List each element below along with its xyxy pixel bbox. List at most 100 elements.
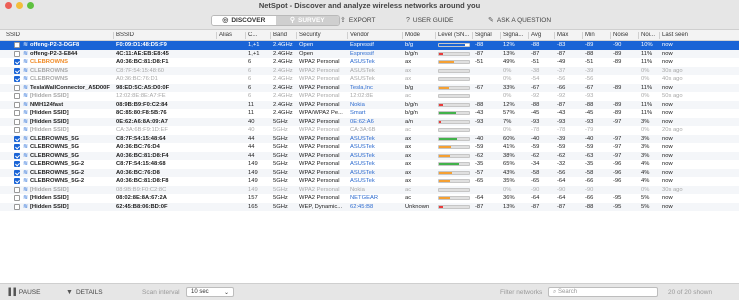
table-row[interactable]: ≋ CLEBROWNS_5G-2 C8:7F:54:15:48:68 149 5GHz W… — [0, 160, 739, 169]
column-divider[interactable] — [270, 32, 271, 39]
signal-percent-cell: 36% — [503, 195, 515, 201]
table-row[interactable]: ≋ CLEBROWNS_5G C8:7F:54:15:48:64 44 5GHz WPA2… — [0, 134, 739, 143]
column-divider[interactable] — [500, 32, 501, 39]
noise-cell: -89 — [613, 101, 622, 108]
row-checkbox[interactable] — [14, 118, 20, 125]
row-checkbox[interactable] — [14, 84, 20, 91]
column-divider[interactable] — [528, 32, 529, 39]
table-row[interactable]: ≋ offeng-P2-3-DGF8 F0:09:D1:48:D5:F9 1,+1 2.… — [0, 41, 739, 50]
vendor-cell: Smart — [350, 110, 366, 116]
row-checkbox[interactable] — [14, 135, 20, 142]
table-row[interactable]: ≋ [Hidden SSID] 62:45:B8:06:BD:0F 165 5GHz WE… — [0, 202, 739, 211]
max-cell: -90 — [557, 186, 566, 193]
table-row[interactable]: ≋ NMH124fast 08:9B:B9:F0:C2:84 11 2.4GHz WPA2… — [0, 100, 739, 109]
survey-tab[interactable]: ⚲ SURVEY — [275, 16, 339, 25]
row-checkbox[interactable] — [14, 203, 20, 210]
signal-level-fill — [439, 61, 454, 63]
row-checkbox[interactable] — [14, 110, 20, 116]
column-divider[interactable] — [245, 32, 246, 39]
table-row[interactable]: ≋ [Hidden SSID] 08:9B:B9:F0:C2:8C 149 5GHz WP… — [0, 185, 739, 194]
channel-cell: 149 — [248, 169, 258, 176]
ssid-cell: [Hidden SSID] — [30, 186, 69, 193]
table-row[interactable]: ≋ CLEBROWNS A0:36:BC:76:D1 6 2.4GHz WPA2 Pers… — [0, 75, 739, 84]
row-checkbox[interactable] — [14, 93, 20, 99]
noise-percent-cell: 5% — [641, 203, 650, 210]
signal-level-fill — [439, 180, 450, 182]
table-row[interactable]: ≋ [Hidden SSID] 0E:62:A6:8A:09:A7 40 5GHz WPA… — [0, 117, 739, 126]
row-checkbox[interactable] — [14, 50, 20, 57]
table-row[interactable]: ≋ [Hidden SSID] CA:3A:6B:F9:1D:EF 40 5GHz WPA… — [0, 126, 739, 135]
pause-button[interactable]: ▐▐ PAUSE — [6, 289, 40, 296]
row-checkbox[interactable] — [14, 101, 20, 108]
row-checkbox[interactable] — [14, 152, 20, 159]
signal-percent-cell: 13% — [503, 203, 515, 210]
row-checkbox[interactable] — [14, 76, 20, 82]
signal-level-bar — [438, 77, 470, 81]
column-header[interactable]: Alias — [219, 32, 246, 38]
column-header[interactable]: BSSID — [116, 32, 216, 38]
column-header[interactable]: C... — [248, 32, 270, 38]
band-cell: 2.4GHz — [273, 42, 293, 48]
column-header[interactable]: Vendor — [350, 32, 402, 38]
details-button[interactable]: ▼ DETAILS — [66, 289, 103, 296]
export-button[interactable]: ⇪ EXPORT — [340, 17, 375, 24]
row-checkbox[interactable] — [14, 161, 20, 167]
vendor-cell: Espressif — [350, 50, 374, 57]
table-row[interactable]: ≋ [Hidden SSID] 12:02:8E:8E:A7:FE 6 2.4GHz WP… — [0, 92, 739, 101]
row-checkbox[interactable] — [14, 169, 20, 176]
table-row[interactable]: ≋ CLEBROWNS_5G A0:36:BC:76:D4 44 5GHz WPA2 Pe… — [0, 143, 739, 152]
column-header[interactable]: SSID — [6, 32, 106, 38]
column-divider[interactable] — [472, 32, 473, 39]
column-divider[interactable] — [113, 32, 114, 39]
last-seen-cell: 40s ago — [662, 76, 683, 82]
column-header[interactable]: Level (SN... — [438, 32, 474, 38]
min-cell: -89 — [585, 42, 594, 48]
wifi-icon: ≋ — [23, 93, 29, 99]
column-divider[interactable] — [554, 32, 555, 39]
column-header[interactable]: Noi... — [641, 32, 661, 38]
scan-interval-select[interactable]: 10 sec ⌄ — [186, 287, 234, 297]
column-header[interactable]: Mode — [405, 32, 435, 38]
bssid-cell: A0:36:BC:76:D8 — [116, 169, 160, 176]
column-header[interactable]: Last seen — [662, 32, 722, 38]
table-row[interactable]: ≋ CLEBROWNS_5G-2 A0:36:BC:81:D8:F8 149 5GHz W… — [0, 177, 739, 186]
column-divider[interactable] — [659, 32, 660, 39]
column-header[interactable]: Signal — [475, 32, 500, 38]
table-row[interactable]: ≋ [Hidden SSID] 08:02:8E:8A:67:2A 157 5GHz WP… — [0, 194, 739, 203]
signal-level-bar — [438, 94, 470, 98]
column-divider[interactable] — [582, 32, 583, 39]
column-header[interactable]: Noise — [613, 32, 640, 38]
column-divider[interactable] — [216, 32, 217, 39]
table-row[interactable]: ≋ [Hidden SSID] 8C:85:80:F8:5B:76 11 2.4GHz W… — [0, 109, 739, 118]
security-cell: WPA2 Personal — [299, 93, 340, 99]
column-divider[interactable] — [347, 32, 348, 39]
row-checkbox[interactable] — [14, 144, 20, 150]
user-guide-button[interactable]: ? USER GUIDE — [406, 17, 453, 24]
table-row[interactable]: ≋ CLEBROWNS A0:36:BC:81:D8:F1 6 2.4GHz WPA2 P… — [0, 58, 739, 67]
table-row[interactable]: ≋ CLEBROWNS C8:7F:54:15:48:60 6 2.4GHz WPA2 P… — [0, 66, 739, 75]
column-divider[interactable] — [402, 32, 403, 39]
table-row[interactable]: ≋ CLEBROWNS_5G A0:36:BC:81:D8:F4 44 5GHz WPA2… — [0, 151, 739, 160]
column-divider[interactable] — [435, 32, 436, 39]
column-header[interactable]: Min — [585, 32, 613, 38]
column-divider[interactable] — [638, 32, 639, 39]
search-input[interactable]: ⌕ Search — [548, 287, 658, 297]
row-checkbox[interactable] — [14, 59, 20, 65]
column-header[interactable]: Max — [557, 32, 583, 38]
row-checkbox[interactable] — [14, 42, 20, 48]
row-checkbox[interactable] — [14, 186, 20, 193]
ask-question-button[interactable]: ✎ ASK A QUESTION — [488, 17, 551, 24]
ssid-cell: TeslaWallConnector_A5D00F — [30, 84, 110, 91]
table-row[interactable]: ≋ offeng-P2-3-E844 4C:11:AE:EB:E8:45 1,+1 2.… — [0, 49, 739, 58]
column-divider[interactable] — [296, 32, 297, 39]
table-row[interactable]: ≋ CLEBROWNS_5G-2 A0:36:BC:76:D8 149 5GHz WPA2… — [0, 168, 739, 177]
row-checkbox[interactable] — [14, 127, 20, 133]
column-header[interactable]: Signa... — [503, 32, 530, 38]
column-divider[interactable] — [610, 32, 611, 39]
row-checkbox[interactable] — [14, 67, 20, 74]
discover-tab[interactable]: ◎ DISCOVER — [212, 16, 276, 25]
row-checkbox[interactable] — [14, 195, 20, 201]
table-row[interactable]: ≋ TeslaWallConnector_A5D00F 98:ED:5C:A5:D0… — [0, 83, 739, 92]
row-checkbox[interactable] — [14, 178, 20, 184]
column-header[interactable]: Security — [299, 32, 349, 38]
